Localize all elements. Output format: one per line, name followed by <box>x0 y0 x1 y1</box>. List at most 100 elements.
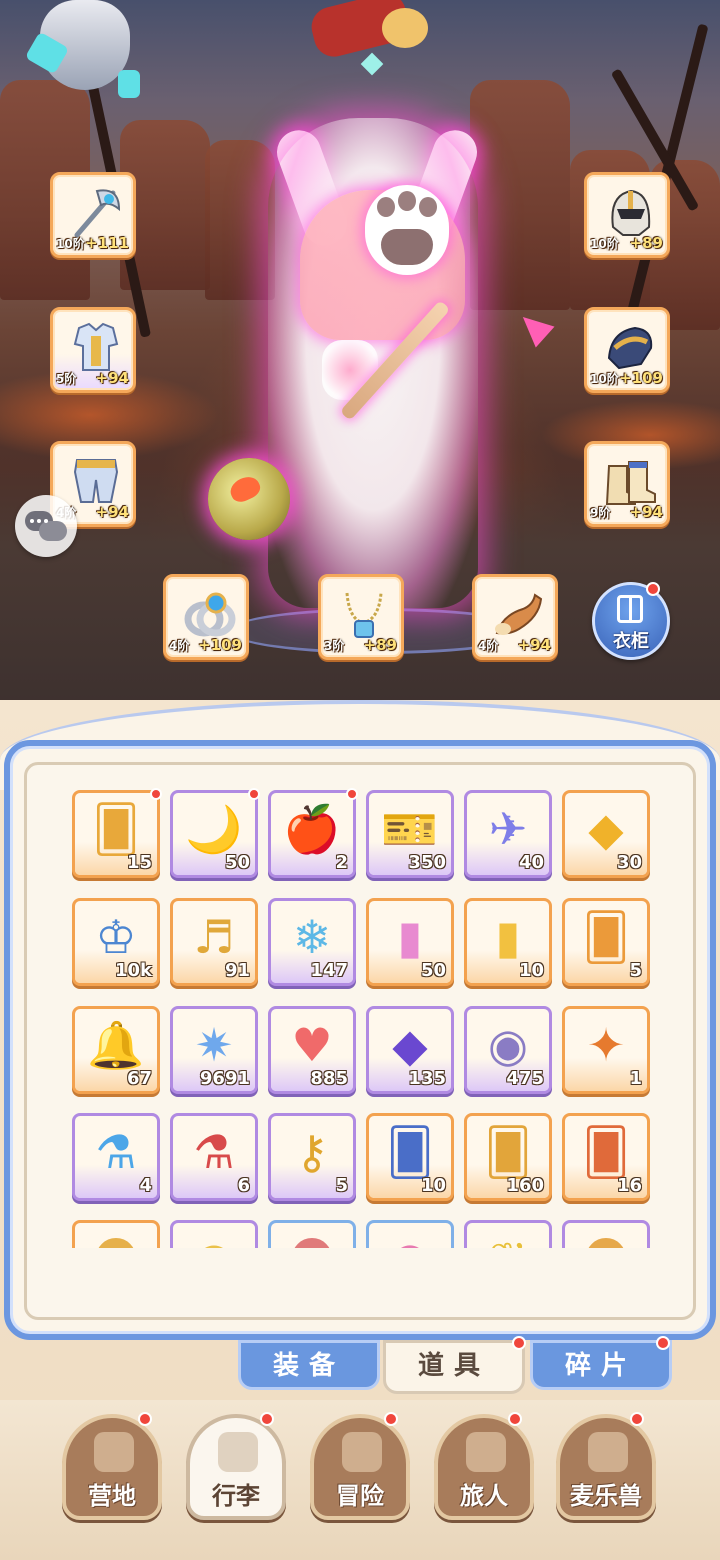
crystal-claw <box>118 70 140 98</box>
slot-tier: 5阶 <box>56 372 77 386</box>
item-count: 91 <box>224 960 250 981</box>
inventory-item[interactable]: ✦ 1 <box>562 1006 650 1094</box>
equip-slot-armor[interactable]: 5阶 +94 <box>50 307 136 393</box>
equip-slot-horn[interactable]: 4阶 +94 <box>472 574 558 660</box>
wardrobe-icon <box>617 595 643 623</box>
equip-slot-necklace[interactable]: 3阶 +89 <box>318 574 404 660</box>
bell-icon: 🔔 <box>87 1018 145 1072</box>
slot-tier: 4阶 <box>478 639 499 653</box>
notification-dot <box>508 1412 522 1426</box>
red-potion-icon: ⚗ <box>193 1125 235 1179</box>
tab-equipment[interactable]: 装备 <box>238 1340 380 1390</box>
nav-label: 行李 <box>212 1482 260 1510</box>
equip-slot-ring[interactable]: 4阶 +109 <box>163 574 249 660</box>
inventory-item[interactable]: 🍎 2 <box>268 790 356 878</box>
fire-crystal-wand-icon: ✦ <box>586 1018 626 1072</box>
wardrobe-label: 衣柜 <box>613 631 649 652</box>
item-notification-dot <box>150 788 162 800</box>
ring-icon <box>184 592 236 637</box>
inventory-item[interactable]: ♥ 885 <box>268 1006 356 1094</box>
inventory-item[interactable]: ✈ 40 <box>464 790 552 878</box>
inventory-item[interactable]: 🂠 5 <box>562 898 650 986</box>
cat-face-icon <box>588 1432 628 1472</box>
axe-staff-icon <box>74 189 121 238</box>
boots-icon <box>605 461 656 505</box>
gold-blob-icon: ● <box>173 1231 255 1248</box>
slot-tier: 10阶 <box>56 237 85 251</box>
inventory-item[interactable]: 🎫 350 <box>366 790 454 878</box>
small-gem <box>360 52 384 76</box>
item-count: 10 <box>518 960 544 981</box>
slot-bonus: +89 <box>363 636 397 654</box>
equip-slot-helmet[interactable]: 10阶 +89 <box>584 172 670 258</box>
castle-icon <box>94 1432 134 1472</box>
golden-companion <box>382 8 428 48</box>
pet-card-icon: 🂠 <box>582 910 630 964</box>
item-count: 2 <box>335 852 348 873</box>
inventory-item[interactable]: ▮ 50 <box>366 898 454 986</box>
apple-icon: 🍎 <box>283 802 341 856</box>
inventory-item[interactable]: ❄ 147 <box>268 898 356 986</box>
nav-label: 旅人 <box>460 1482 508 1510</box>
inventory-item[interactable]: 🂠 10 <box>366 1113 454 1201</box>
inventory-item[interactable]: ⚗ 4 <box>72 1113 160 1201</box>
nav-adventure[interactable]: 冒险 <box>310 1414 410 1520</box>
red-card-icon: 🂠 <box>582 1125 630 1179</box>
nav-camp[interactable]: 营地 <box>62 1414 162 1520</box>
slot-bonus: +109 <box>198 636 242 654</box>
inventory-item[interactable]: ◍ <box>366 1220 454 1248</box>
staff-tip <box>513 306 555 348</box>
candy-icon: ◍ <box>369 1231 451 1248</box>
equip-slot-boots[interactable]: 9阶 +94 <box>584 441 670 527</box>
item-count: 4 <box>139 1175 152 1196</box>
slot-tier: 9阶 <box>590 506 611 520</box>
item-count: 16 <box>616 1175 642 1196</box>
inventory-item[interactable]: 🌙 50 <box>170 790 258 878</box>
notification-dot <box>384 1412 398 1426</box>
equip-slot-gloves[interactable]: 10阶 +109 <box>584 307 670 393</box>
inventory-item[interactable]: ☻ <box>72 1220 160 1248</box>
item-count: 475 <box>506 1068 544 1089</box>
inventory-item[interactable]: ♔ 10k <box>72 898 160 986</box>
helmet-icon <box>611 189 651 236</box>
item-count: 5 <box>335 1175 348 1196</box>
item-count: 40 <box>518 852 544 873</box>
inventory-item[interactable]: ♬ 91 <box>170 898 258 986</box>
inventory-item[interactable]: 🂠 16 <box>562 1113 650 1201</box>
inventory-item[interactable]: ❦ <box>464 1220 552 1248</box>
inventory-item[interactable]: ☻ <box>562 1220 650 1248</box>
heart-coin-icon: ◉ <box>487 1018 529 1072</box>
nav-luggage[interactable]: 行李 <box>186 1414 286 1520</box>
nav-label: 冒险 <box>336 1482 384 1510</box>
leg-armor-icon <box>73 459 119 503</box>
inventory-item[interactable]: ⚗ 6 <box>170 1113 258 1201</box>
chat-button[interactable] <box>15 495 77 557</box>
nav-pets[interactable]: 麦乐兽 <box>556 1414 656 1520</box>
cat-icon: ☻ <box>565 1231 647 1248</box>
hero-paw <box>365 185 449 275</box>
nav-traveler[interactable]: 旅人 <box>434 1414 534 1520</box>
inventory-item[interactable]: 🂠 15 <box>72 790 160 878</box>
inventory-item[interactable]: ⚷ 5 <box>268 1113 356 1201</box>
slot-bonus: +94 <box>95 503 129 521</box>
inventory-item[interactable]: ▮ 10 <box>464 898 552 986</box>
equip-slot-weapon[interactable]: 10阶 +111 <box>50 172 136 258</box>
notification-dot <box>260 1412 274 1426</box>
heart-icon: ♥ <box>291 1018 333 1072</box>
inventory-item[interactable]: ✷ 9691 <box>170 1006 258 1094</box>
tab-items[interactable]: 道具 <box>383 1340 525 1394</box>
inventory-item[interactable]: 🔔 67 <box>72 1006 160 1094</box>
rainbow-paint-tube-icon: ▮ <box>397 910 423 964</box>
tab-shards-notification-dot <box>656 1336 670 1350</box>
tab-shards[interactable]: 碎片 <box>530 1340 672 1390</box>
inventory-item[interactable]: ◆ 30 <box>562 790 650 878</box>
inventory-item[interactable]: ● <box>170 1220 258 1248</box>
item-count: 15 <box>126 852 152 873</box>
item-count: 147 <box>310 960 348 981</box>
inventory-item[interactable]: ☻ <box>268 1220 356 1248</box>
inventory-item[interactable]: ◉ 475 <box>464 1006 552 1094</box>
inventory-item[interactable]: 🂠 160 <box>464 1113 552 1201</box>
wardrobe-button[interactable]: 衣柜 <box>592 582 670 660</box>
paper-plane-icon: ✈ <box>488 802 528 856</box>
inventory-item[interactable]: ◆ 135 <box>366 1006 454 1094</box>
